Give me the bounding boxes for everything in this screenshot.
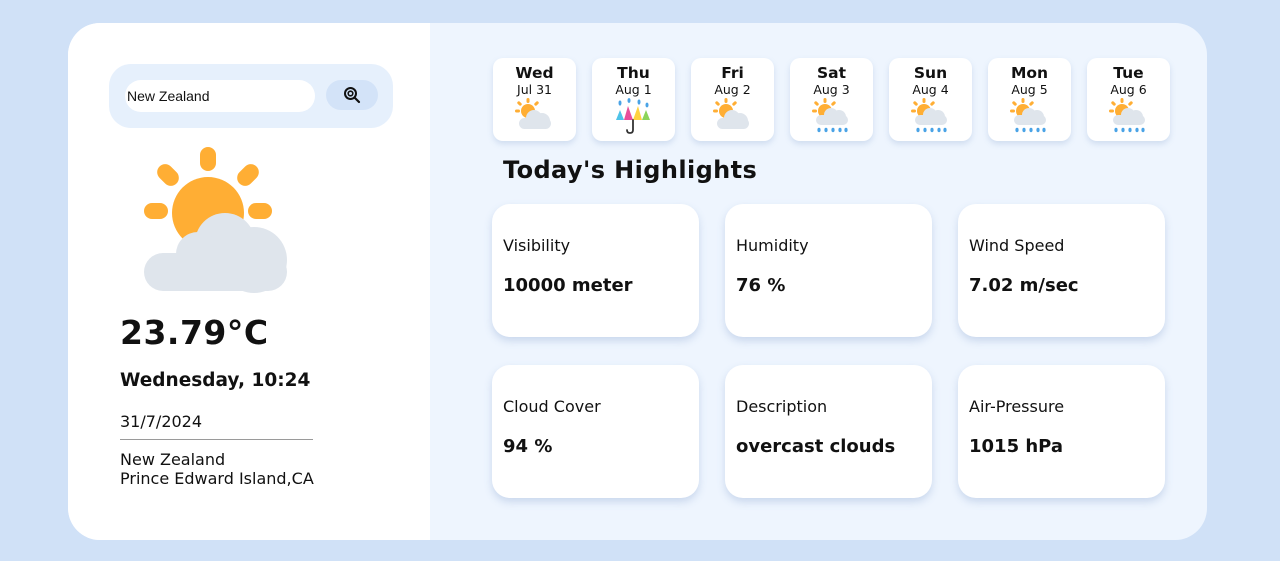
highlight-value: 94 % [503, 436, 553, 457]
location-line-2: Prince Edward Island,CA [120, 469, 314, 488]
divider [120, 439, 313, 440]
forecast-day-date: Aug 3 [813, 82, 850, 97]
search-button[interactable] [326, 80, 378, 110]
highlight-value: overcast clouds [736, 436, 896, 457]
forecast-day-name: Thu [617, 64, 650, 82]
forecast-day: Fri Aug 2 [691, 58, 774, 141]
highlight-value: 76 % [736, 275, 786, 296]
forecast-day-name: Wed [515, 64, 554, 82]
forecast-day: Thu Aug 1 [592, 58, 675, 141]
highlight-card-cloud-cover: Cloud Cover 94 % [492, 365, 699, 498]
highlight-card-visibility: Visibility 10000 meter [492, 204, 699, 337]
highlight-label: Cloud Cover [503, 397, 601, 416]
highlight-value: 7.02 m/sec [969, 275, 1079, 296]
forecast-day: Sat Aug 3 [790, 58, 873, 141]
umbrella-rain-icon [616, 98, 650, 134]
forecast-day-date: Aug 5 [1011, 82, 1048, 97]
forecast-day-date: Aug 2 [714, 82, 751, 97]
current-weather-panel: 23.79°C Wednesday, 10:24 31/7/2024 New Z… [68, 23, 430, 540]
forecast-day-date: Aug 4 [912, 82, 949, 97]
sun-behind-cloud-icon [515, 98, 551, 129]
sun-cloud-rain-icon [1010, 98, 1046, 133]
forecast-day-date: Aug 1 [615, 82, 652, 97]
highlight-card-air-pressure: Air-Pressure 1015 hPa [958, 365, 1165, 498]
forecast-day-date: Jul 31 [517, 82, 552, 97]
day-time: Wednesday, 10:24 [120, 370, 311, 391]
forecast-day-name: Mon [1010, 64, 1049, 82]
weather-app-card: 23.79°C Wednesday, 10:24 31/7/2024 New Z… [68, 23, 1207, 540]
highlight-label: Visibility [503, 236, 571, 255]
forecast-panel: Wed Jul 31 Thu Aug 1 Fri Aug 2 Sat Aug 3… [430, 23, 1207, 540]
highlight-card-wind-speed: Wind Speed 7.02 m/sec [958, 204, 1165, 337]
highlight-label: Wind Speed [969, 236, 1065, 255]
sun-behind-cloud-icon [144, 147, 287, 293]
highlight-label: Description [736, 397, 828, 416]
highlight-value: 1015 hPa [969, 436, 1064, 457]
highlight-card-humidity: Humidity 76 % [725, 204, 932, 337]
location-line-1: New Zealand [120, 450, 226, 469]
sun-behind-cloud-icon [713, 98, 749, 129]
forecast-day: Tue Aug 6 [1087, 58, 1170, 141]
highlights-title: Today's Highlights [503, 156, 758, 184]
sun-cloud-rain-icon [812, 98, 848, 133]
forecast-day: Sun Aug 4 [889, 58, 972, 141]
highlight-label: Air-Pressure [969, 397, 1065, 416]
sun-cloud-rain-icon [911, 98, 947, 133]
forecast-day-name: Sat [816, 64, 847, 82]
temperature: 23.79°C [120, 313, 269, 352]
forecast-strip: Wed Jul 31 Thu Aug 1 Fri Aug 2 Sat Aug 3… [493, 58, 1170, 141]
forecast-day-name: Sun [913, 64, 948, 82]
search-icon [344, 87, 361, 104]
forecast-day-date: Aug 6 [1110, 82, 1147, 97]
highlight-value: 10000 meter [503, 275, 633, 296]
forecast-day: Mon Aug 5 [988, 58, 1071, 141]
sun-cloud-rain-icon [1109, 98, 1145, 133]
search-input[interactable] [125, 80, 315, 112]
search-bar [109, 64, 393, 128]
highlight-label: Humidity [736, 236, 809, 255]
temperature-value: 23.79 [120, 313, 227, 352]
forecast-day-name: Tue [1113, 64, 1144, 82]
temperature-unit: °C [226, 313, 269, 352]
forecast-day-name: Fri [721, 64, 744, 82]
forecast-day: Wed Jul 31 [493, 58, 576, 141]
highlight-card-description: Description overcast clouds [725, 365, 932, 498]
current-date: 31/7/2024 [120, 412, 203, 431]
